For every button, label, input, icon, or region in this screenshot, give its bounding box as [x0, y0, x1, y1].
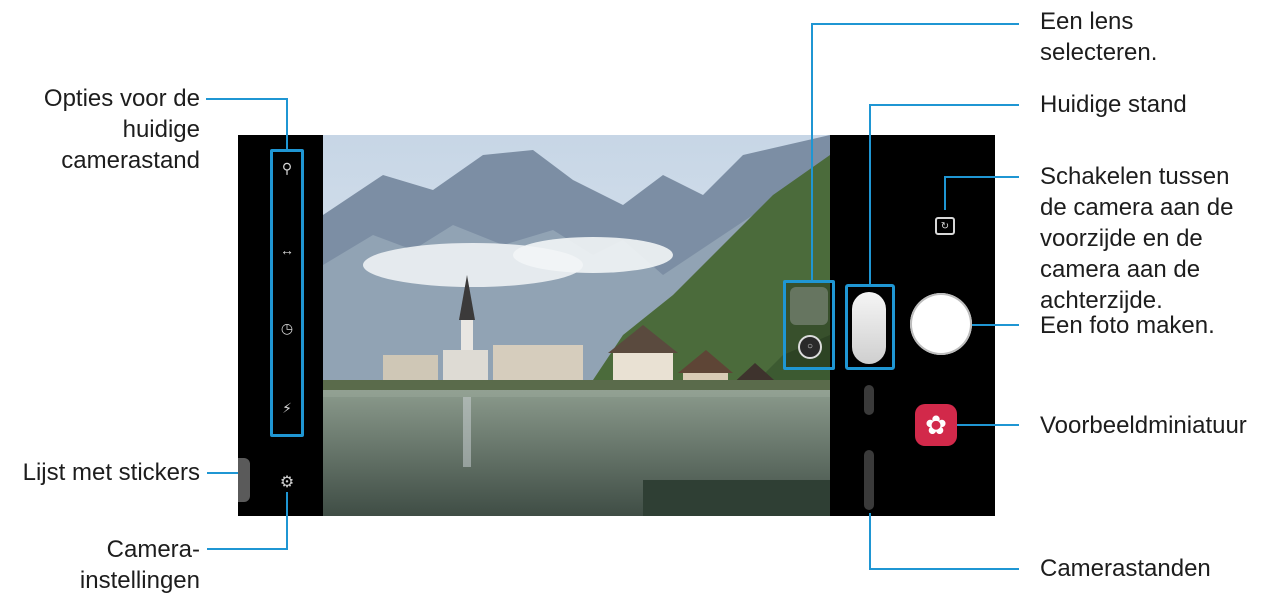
current-mode-indicator[interactable] [852, 292, 886, 364]
label-line: Opties voor de [43, 85, 200, 112]
timer-icon[interactable]: ◷ [277, 318, 297, 338]
gear-icon[interactable]: ⚙ [277, 473, 297, 493]
label-camera-modes: Camerastanden [1040, 553, 1211, 584]
label-line: Huidige stand [1040, 91, 1187, 118]
connector-modes [869, 513, 871, 569]
mode-item[interactable] [864, 385, 874, 415]
label-line: voorzijde en de [1040, 225, 1203, 252]
label-sticker-list: Lijst met stickers [4, 457, 200, 488]
search-icon[interactable]: ⚲ [277, 158, 297, 178]
viewfinder-preview [323, 135, 830, 516]
label-camera-settings: Camera- instellingen [4, 534, 200, 596]
connector-options [286, 98, 288, 150]
flash-icon[interactable]: ⚡ [277, 398, 297, 418]
label-current-mode: Huidige stand [1040, 89, 1187, 120]
connector-photo [972, 324, 1019, 326]
label-line: selecteren. [1040, 39, 1158, 66]
connector-current-mode [869, 104, 1019, 106]
connector-stickers [207, 472, 238, 474]
lens-selector[interactable]: ○ [783, 280, 835, 370]
connector-lens [811, 23, 813, 281]
connector-settings [286, 492, 288, 549]
label-take-photo: Een foto maken. [1040, 310, 1215, 341]
mode-item[interactable] [864, 450, 874, 510]
label-preview-thumbnail: Voorbeeldminiatuur [1040, 410, 1247, 441]
connector-switch [944, 176, 946, 210]
connector-lens [811, 23, 1019, 25]
label-line: Een foto maken. [1040, 312, 1215, 339]
connector-current-mode [869, 104, 871, 285]
lens-icon[interactable]: ○ [798, 335, 822, 359]
connector-switch [944, 176, 1019, 178]
shutter-button[interactable] [910, 293, 972, 355]
lens-thumbnail [790, 287, 828, 325]
connector-options [206, 98, 287, 100]
sticker-list-tab[interactable] [238, 458, 250, 502]
switch-camera-icon[interactable]: ↻ [935, 217, 955, 235]
label-line: Schakelen tussen [1040, 163, 1230, 190]
label-line: camera aan de [1040, 256, 1201, 283]
label-switch-camera: Schakelen tussen de camera aan de voorzi… [1040, 161, 1233, 316]
label-line: Camerastanden [1040, 555, 1211, 582]
label-line: Een lens [1040, 8, 1134, 35]
label-camera-options: Opties voor de huidige camerastand [4, 83, 200, 176]
label-select-lens: Een lens selecteren. [1040, 6, 1157, 68]
connector-preview [957, 424, 1019, 426]
label-line: huidige [122, 116, 200, 143]
label-line: Camera- [106, 536, 200, 563]
label-line: Lijst met stickers [22, 459, 200, 486]
connector-modes [869, 568, 1019, 570]
label-line: instellingen [79, 567, 200, 594]
camera-annotated-diagram: ⚲ ↔ ◷ ⚡ ⚙ ○ ↻ ✿ Opties voor de huidige c… [0, 0, 1270, 599]
label-line: de camera aan de [1040, 194, 1234, 221]
scene-optimizer-icon[interactable]: ↔ [277, 240, 297, 260]
connector-settings [207, 548, 288, 550]
flower-icon[interactable]: ✿ [915, 404, 957, 446]
label-line: camerastand [61, 147, 200, 174]
label-line: Voorbeeldminiatuur [1040, 412, 1247, 439]
camera-options-highlight [270, 149, 304, 437]
